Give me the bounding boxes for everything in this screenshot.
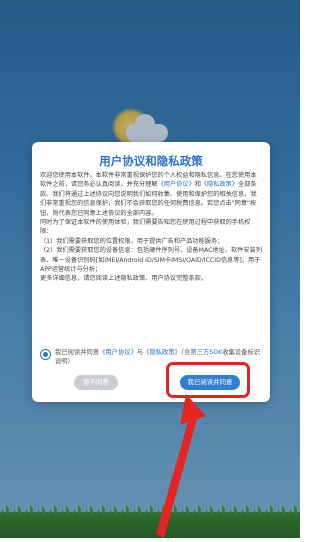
policy-paragraph-permissions: 同时为了保证本软件的使用体验，我们需要告知您在使用过程中获取的手机权限： <box>40 219 251 236</box>
privacy-policy-link[interactable]: 《隐私政策》 <box>201 181 238 188</box>
policy-paragraph-intro: 欢迎您使用本软件。本软件非常重视保护您的个人权益和隐私信息。在您使用本软件之前，… <box>40 171 262 218</box>
dialog-title: 用户协议和隐私政策 <box>99 154 203 168</box>
policy-text: 欢迎您使用本软件。本软件非常重视保护您的个人权益和隐私信息。在您使用本软件之前，… <box>40 171 262 357</box>
user-agreement-link[interactable]: 《用户协议》 <box>158 181 195 188</box>
radio-selected-dot <box>43 352 48 357</box>
policy-paragraph-device: （2）我们需要获取您的设备信息：包括硬件序列号、设备MAC地址、软件安装列表、唯… <box>40 247 262 274</box>
agree-privacy-policy-link[interactable]: 《隐私政策》 <box>143 349 181 356</box>
agree-radio[interactable] <box>40 349 51 360</box>
annotation-arrow-icon <box>156 394 206 538</box>
agree-text-part: （含 <box>180 349 191 356</box>
third-party-sdk-link[interactable]: 第三方SDK <box>190 349 222 356</box>
policy-paragraph-more: 更多详细信息，请您阅读上述隐私政策、用户协议完整条款。 <box>40 275 208 283</box>
policy-paragraph-location: （1）我们需要获取您的位置权限，用于提供广告和产品功能服务； <box>40 237 224 245</box>
agree-text-part: 我已阅读并同意 <box>55 349 100 356</box>
agree-user-agreement-link[interactable]: 《用户协议》 <box>99 349 137 356</box>
disagree-button[interactable]: 暂不同意 <box>74 375 118 390</box>
